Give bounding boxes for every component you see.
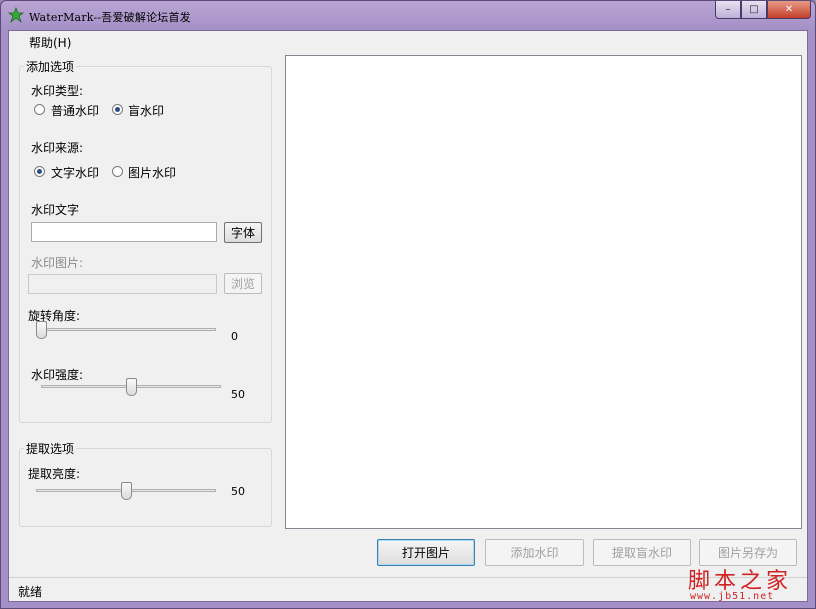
watermark-source-label: 水印来源: [31, 141, 84, 155]
radio-blind-watermark-label[interactable]: 盲水印 [128, 102, 164, 119]
radio-blind-watermark[interactable] [112, 104, 123, 115]
strength-label: 水印强度: [31, 368, 84, 382]
radio-normal-watermark-label[interactable]: 普通水印 [51, 102, 99, 119]
radio-image-watermark-label[interactable]: 图片水印 [128, 164, 176, 181]
radio-image-watermark[interactable] [112, 166, 123, 177]
brightness-slider-thumb[interactable] [120, 482, 132, 500]
watermark-text-label: 水印文字 [31, 203, 80, 217]
radio-text-watermark[interactable] [34, 166, 45, 177]
site-watermark-url: www.jb51.net [690, 591, 775, 602]
watermark-type-label: 水印类型: [31, 84, 84, 98]
menu-bar: 帮助(H) [9, 31, 807, 51]
save-image-as-button[interactable]: 图片另存为 [699, 539, 797, 566]
extract-options-title: 提取选项 [24, 440, 77, 457]
extract-options-group: 提取选项 提取亮度: 50 [19, 440, 272, 527]
radio-normal-watermark[interactable] [34, 104, 45, 115]
window-controls: – □ ✕ [715, 1, 811, 20]
menu-help[interactable]: 帮助(H) [29, 34, 71, 51]
font-button[interactable]: 字体 [224, 222, 262, 243]
maximize-button[interactable]: □ [741, 1, 767, 19]
rotation-slider-thumb[interactable] [36, 321, 47, 339]
rotation-slider-track[interactable] [36, 328, 216, 331]
rotation-value: 0 [231, 330, 238, 343]
title-bar[interactable]: WaterMark--吾爱破解论坛首发 – □ ✕ [1, 1, 816, 31]
brightness-value: 50 [231, 485, 245, 498]
browse-button[interactable]: 浏览 [224, 273, 262, 294]
add-watermark-button[interactable]: 添加水印 [485, 539, 584, 566]
image-preview-area[interactable] [285, 55, 802, 529]
open-image-button[interactable]: 打开图片 [377, 539, 475, 566]
minimize-button[interactable]: – [715, 1, 741, 19]
window-title: WaterMark--吾爱破解论坛首发 [29, 11, 191, 24]
extract-brightness-label: 提取亮度: [28, 467, 81, 481]
extract-blind-watermark-button[interactable]: 提取盲水印 [593, 539, 691, 566]
client-area: 帮助(H) 添加选项 水印类型: 普通水印 盲水印 水印来源: 文字水印 图片水… [8, 30, 808, 602]
app-logo-icon [8, 7, 24, 23]
close-button[interactable]: ✕ [767, 1, 811, 19]
strength-slider-thumb[interactable] [125, 378, 137, 396]
watermark-image-label: 水印图片: [31, 256, 84, 270]
watermark-text-input[interactable] [31, 222, 217, 242]
add-options-group: 添加选项 水印类型: 普通水印 盲水印 水印来源: 文字水印 图片水印 水印文字… [19, 58, 272, 423]
add-options-title: 添加选项 [24, 58, 77, 75]
radio-text-watermark-label[interactable]: 文字水印 [51, 164, 99, 181]
status-text: 就绪 [18, 585, 43, 599]
strength-value: 50 [231, 388, 245, 401]
watermark-image-input[interactable] [28, 274, 217, 294]
